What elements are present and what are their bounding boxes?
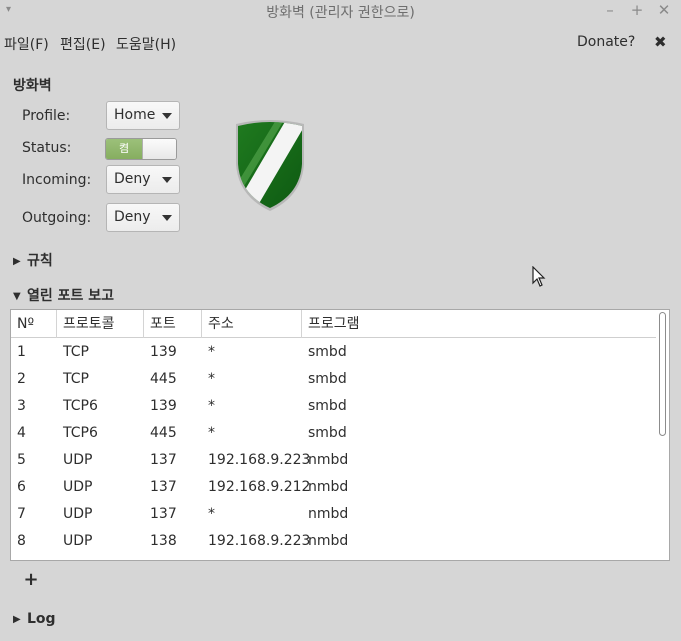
table-row[interactable]: 4 TCP6 445 * smbd xyxy=(11,420,656,447)
menu-file[interactable]: 파일(F) xyxy=(4,34,49,54)
rules-expander[interactable]: ▶ 규칙 xyxy=(13,250,53,270)
log-label: Log xyxy=(27,611,56,627)
outgoing-select[interactable]: Deny xyxy=(106,203,180,232)
cell-address: * xyxy=(208,371,215,387)
table-row[interactable]: 8 UDP 138 192.168.9.223 nmbd xyxy=(11,528,656,555)
rules-label: 규칙 xyxy=(27,253,53,269)
outgoing-label: Outgoing: xyxy=(22,210,92,226)
incoming-value: Deny xyxy=(114,171,151,187)
menu-bar: 파일(F) 편집(E) 도움말(H) Donate? ✖ xyxy=(0,32,681,54)
expander-collapsed-icon: ▶ xyxy=(13,614,21,625)
close-window-button[interactable]: ✕ xyxy=(655,1,673,19)
table-scrollbar[interactable] xyxy=(658,312,667,558)
profile-label: Profile: xyxy=(22,108,71,124)
table-row[interactable]: 3 TCP6 139 * smbd xyxy=(11,393,656,420)
table-row[interactable]: 2 TCP 445 * smbd xyxy=(11,366,656,393)
table-row[interactable]: 6 UDP 137 192.168.9.212 nmbd xyxy=(11,474,656,501)
cell-program: nmbd xyxy=(308,533,349,549)
cell-protocol: TCP6 xyxy=(63,425,98,441)
cell-protocol: TCP xyxy=(63,344,89,360)
cell-port: 137 xyxy=(150,479,177,495)
cell-protocol: UDP xyxy=(63,479,93,495)
expander-expanded-icon: ▼ xyxy=(13,291,21,302)
cell-port: 138 xyxy=(150,533,177,549)
donate-link[interactable]: Donate? xyxy=(577,34,635,50)
table-row[interactable]: 1 TCP 139 * smbd xyxy=(11,339,656,366)
cell-number: 5 xyxy=(17,452,26,468)
cell-address: * xyxy=(208,344,215,360)
maximize-button[interactable]: + xyxy=(628,1,646,19)
cell-program: smbd xyxy=(308,344,347,360)
status-on-label: 켬 xyxy=(106,139,142,159)
menu-edit[interactable]: 편집(E) xyxy=(60,34,106,54)
cell-program: nmbd xyxy=(308,506,349,522)
cell-protocol: TCP xyxy=(63,371,89,387)
incoming-label: Incoming: xyxy=(22,172,92,188)
status-toggle-knob xyxy=(142,139,176,159)
log-expander[interactable]: ▶ Log xyxy=(13,611,56,627)
menu-help[interactable]: 도움말(H) xyxy=(116,34,176,54)
cell-protocol: UDP xyxy=(63,533,93,549)
column-header-protocol[interactable]: 프로토콜 xyxy=(57,310,144,338)
cell-protocol: UDP xyxy=(63,506,93,522)
scrollbar-thumb[interactable] xyxy=(659,312,666,436)
mouse-cursor-icon xyxy=(532,266,546,287)
cell-program: nmbd xyxy=(308,452,349,468)
open-ports-table: Nº 프로토콜 포트 주소 프로그램 1 TCP 139 * smbd 2 TCP 445 * s… xyxy=(10,309,670,561)
status-label: Status: xyxy=(22,140,72,156)
column-header-number[interactable]: Nº xyxy=(11,310,57,338)
table-row[interactable]: 7 UDP 137 * nmbd xyxy=(11,501,656,528)
outgoing-value: Deny xyxy=(114,209,151,225)
cell-number: 4 xyxy=(17,425,26,441)
cell-address: 192.168.9.212 xyxy=(208,479,311,495)
title-bar: ▾ 방화벽 (관리자 권한으로) – + ✕ xyxy=(0,0,681,24)
chevron-down-icon xyxy=(162,215,172,221)
firewall-section-title: 방화벽 xyxy=(13,78,52,94)
add-rule-button[interactable]: + xyxy=(23,569,39,590)
cell-port: 445 xyxy=(150,371,177,387)
cell-number: 1 xyxy=(17,344,26,360)
profile-value: Home xyxy=(114,107,156,123)
cell-port: 139 xyxy=(150,344,177,360)
window-title: 방화벽 (관리자 권한으로) xyxy=(266,5,415,21)
cell-protocol: TCP6 xyxy=(63,398,98,414)
incoming-select[interactable]: Deny xyxy=(106,165,180,194)
column-header-program[interactable]: 프로그램 xyxy=(302,310,656,338)
table-row[interactable]: 5 UDP 137 192.168.9.223 nmbd xyxy=(11,447,656,474)
cell-port: 137 xyxy=(150,506,177,522)
report-label: 열린 포트 보고 xyxy=(27,288,115,304)
cell-number: 6 xyxy=(17,479,26,495)
cell-address: * xyxy=(208,425,215,441)
column-header-port[interactable]: 포트 xyxy=(144,310,202,338)
cell-port: 137 xyxy=(150,452,177,468)
cell-port: 139 xyxy=(150,398,177,414)
cell-number: 7 xyxy=(17,506,26,522)
cell-address: 192.168.9.223 xyxy=(208,533,311,549)
cell-address: * xyxy=(208,506,215,522)
table-header: Nº 프로토콜 포트 주소 프로그램 xyxy=(11,310,656,338)
chevron-down-icon xyxy=(162,177,172,183)
expander-collapsed-icon: ▶ xyxy=(13,256,21,267)
cell-address: * xyxy=(208,398,215,414)
chevron-down-icon xyxy=(162,113,172,119)
close-app-icon[interactable]: ✖ xyxy=(654,33,667,51)
minimize-button[interactable]: – xyxy=(601,1,619,19)
shield-icon xyxy=(236,120,304,211)
column-header-address[interactable]: 주소 xyxy=(202,310,302,338)
cell-program: nmbd xyxy=(308,479,349,495)
cell-number: 8 xyxy=(17,533,26,549)
cell-program: smbd xyxy=(308,425,347,441)
report-expander[interactable]: ▼ 열린 포트 보고 xyxy=(13,285,114,305)
cell-number: 2 xyxy=(17,371,26,387)
cell-address: 192.168.9.223 xyxy=(208,452,311,468)
status-toggle[interactable]: 켬 xyxy=(105,138,177,160)
profile-select[interactable]: Home xyxy=(106,101,180,130)
cell-port: 445 xyxy=(150,425,177,441)
cell-number: 3 xyxy=(17,398,26,414)
cell-protocol: UDP xyxy=(63,452,93,468)
cell-program: smbd xyxy=(308,371,347,387)
cell-program: smbd xyxy=(308,398,347,414)
